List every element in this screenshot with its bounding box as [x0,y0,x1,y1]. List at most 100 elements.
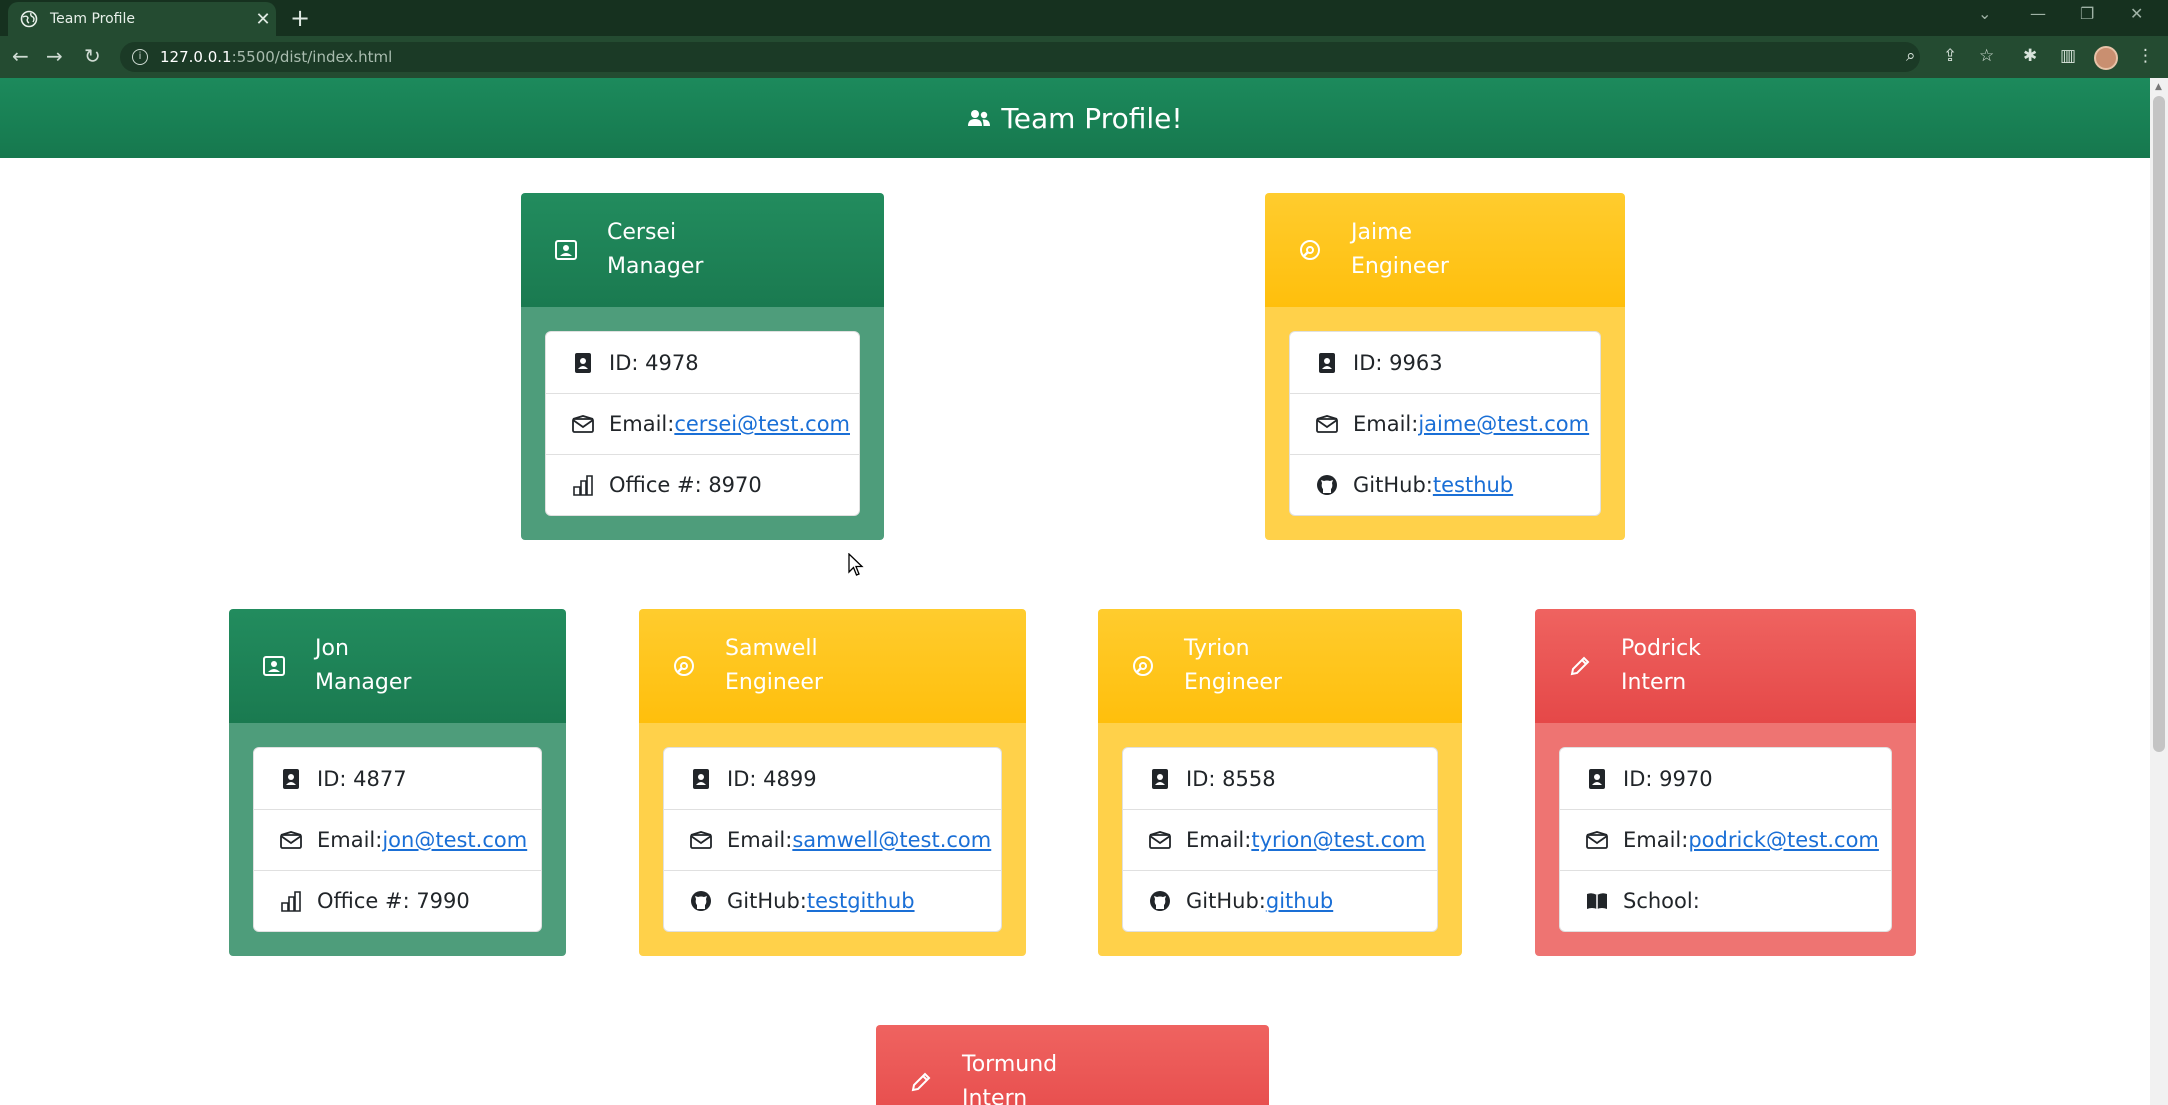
gear-wrench-icon [671,653,697,679]
envelope-icon [1586,829,1608,851]
office-row: Office #: 8970 [546,454,859,515]
scroll-up-icon[interactable]: ▲ [2155,82,2162,92]
address-bar[interactable]: i 127.0.0.1:5500/dist/index.html [120,42,1920,72]
back-icon[interactable]: ← [12,44,29,68]
site-info-icon[interactable]: i [132,49,148,65]
email-link[interactable]: samwell@test.com [792,828,991,852]
reload-icon[interactable]: ↻ [84,44,101,68]
info-list: ID: 9970 Email: podrick@test.com School: [1559,747,1892,932]
employee-role: Engineer [1351,254,1449,279]
employee-name: Samwell [725,636,818,661]
restore-icon[interactable]: ❐ [2080,4,2094,23]
zoom-icon[interactable]: ⌕ [1906,46,1916,66]
id-badge-icon [1586,768,1608,790]
card-header: Podrick Intern [1535,609,1916,723]
email-row: Email: jon@test.com [254,809,541,870]
browser-tab-bar: Team Profile ✕ + ⌄ — ❐ ✕ [0,0,2168,36]
gear-wrench-icon [1297,237,1323,263]
github-link[interactable]: github [1266,889,1333,913]
extensions-icon[interactable]: ✱ [2023,46,2037,66]
email-link[interactable]: jon@test.com [382,828,527,852]
side-panel-icon[interactable]: ▥ [2060,46,2076,66]
employee-card: Podrick Intern ID: 9970 Email: podrick@t… [1535,609,1916,956]
card-header: Cersei Manager [521,193,884,307]
github-icon [1316,474,1338,496]
gear-wrench-icon [1130,653,1156,679]
url-path: :5500/dist/index.html [231,48,393,66]
employee-card: Tormund Intern [876,1025,1269,1105]
id-row: ID: 8558 [1123,748,1437,809]
email-link[interactable]: jaime@test.com [1418,412,1589,436]
employee-card: Jaime Engineer ID: 9963 Email: jaime@tes… [1265,193,1625,540]
page-header: Team Profile! [0,78,2150,158]
employee-name: Jon [315,636,349,661]
employee-card: Cersei Manager ID: 4978 Email: cersei@te… [521,193,884,540]
email-row: Email: cersei@test.com [546,393,859,454]
tab-search-icon[interactable]: ⌄ [1978,4,1991,23]
card-body: ID: 8558 Email: tyrion@test.com GitHub: … [1098,723,1462,956]
employee-role: Engineer [725,670,823,695]
github-link[interactable]: testhub [1433,473,1513,497]
employee-name: Tormund [962,1052,1058,1077]
email-label: Email: [609,412,675,436]
employee-role: Intern [1621,670,1687,695]
person-badge-icon [261,653,287,679]
email-link[interactable]: cersei@test.com [674,412,850,436]
email-link[interactable]: tyrion@test.com [1251,828,1425,852]
github-label: GitHub: [727,889,807,913]
office-number: Office #: 7990 [317,889,470,913]
email-label: Email: [1353,412,1419,436]
envelope-icon [280,829,302,851]
card-body: ID: 9970 Email: podrick@test.com School: [1535,723,1916,956]
info-list: ID: 4978 Email: cersei@test.com Office #… [545,331,860,516]
email-label: Email: [727,828,793,852]
minimize-icon[interactable]: — [2030,4,2046,23]
share-icon[interactable]: ⇪ [1943,46,1957,66]
close-tab-icon[interactable]: ✕ [250,9,276,30]
page-scrollbar[interactable]: ▲ [2150,78,2168,1105]
id-row: ID: 4877 [254,748,541,809]
scrollbar-thumb[interactable] [2153,96,2165,752]
info-list: ID: 4899 Email: samwell@test.com GitHub:… [663,747,1002,932]
id-row: ID: 4899 [664,748,1001,809]
menu-kebab-icon[interactable]: ⋮ [2137,46,2154,66]
tab-title: Team Profile [50,11,135,27]
employee-card: Samwell Engineer ID: 4899 Email: samwell… [639,609,1026,956]
github-row: GitHub: github [1123,870,1437,931]
globe-icon [20,10,38,28]
employee-id: ID: 4877 [317,766,407,791]
card-header: Jon Manager [229,609,566,723]
id-badge-icon [280,768,302,790]
card-body: ID: 4899 Email: samwell@test.com GitHub:… [639,723,1026,956]
pencil-icon [1567,653,1593,679]
email-link[interactable]: podrick@test.com [1688,828,1879,852]
bookmark-star-icon[interactable]: ☆ [1979,46,1994,66]
employee-id: ID: 9970 [1623,766,1713,791]
school-label: School: [1623,889,1700,913]
employee-id: ID: 4899 [727,766,817,791]
email-row: Email: tyrion@test.com [1123,809,1437,870]
pencil-icon [908,1069,934,1095]
new-tab-icon[interactable]: + [290,4,310,32]
employee-card: Jon Manager ID: 4877 Email: jon@test.com… [229,609,566,956]
browser-tab[interactable]: Team Profile ✕ [8,2,276,36]
employee-card: Tyrion Engineer ID: 8558 Email: tyrion@t… [1098,609,1462,956]
window-close-icon[interactable]: ✕ [2130,4,2143,23]
page-title: Team Profile! [1001,101,1183,135]
email-row: Email: jaime@test.com [1290,393,1600,454]
building-icon [280,890,302,912]
employee-role: Engineer [1184,670,1282,695]
forward-icon[interactable]: → [46,44,63,68]
id-row: ID: 9963 [1290,332,1600,393]
office-number: Office #: 8970 [609,473,762,497]
card-header: Tormund Intern [876,1025,1269,1105]
email-label: Email: [1623,828,1689,852]
github-label: GitHub: [1353,473,1433,497]
school-row: School: [1560,870,1891,931]
employee-role: Intern [962,1086,1028,1105]
github-link[interactable]: testgithub [807,889,915,913]
github-row: GitHub: testhub [1290,454,1600,515]
id-row: ID: 4978 [546,332,859,393]
profile-avatar[interactable] [2094,46,2118,70]
card-header: Jaime Engineer [1265,193,1625,307]
